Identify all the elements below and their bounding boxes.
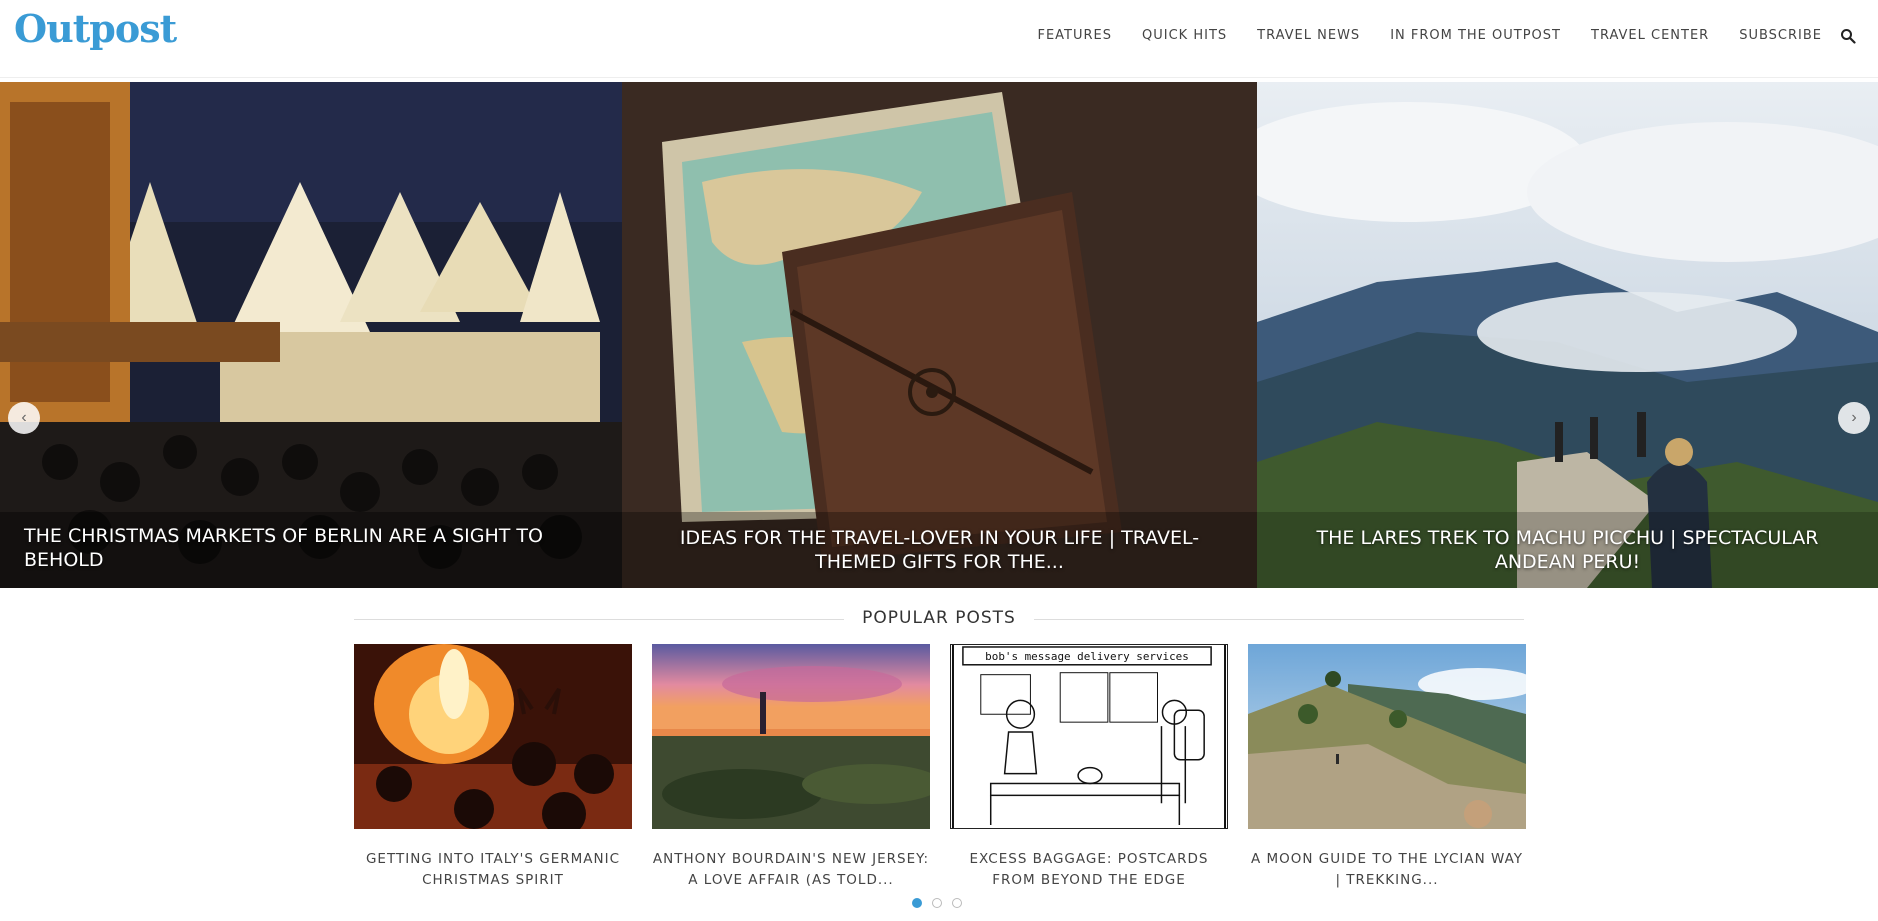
popular-post[interactable]: GETTING INTO ITALY'S GERMANIC CHRISTMAS … (354, 644, 632, 891)
post-title[interactable]: GETTING INTO ITALY'S GERMANIC CHRISTMAS … (354, 849, 632, 891)
post-thumbnail[interactable] (354, 644, 632, 829)
cartoon-heading: bob's message delivery services (985, 650, 1189, 663)
post-title[interactable]: EXCESS BAGGAGE: POSTCARDS FROM BEYOND TH… (950, 849, 1228, 891)
post-title[interactable]: A MOON GUIDE TO THE LYCIAN WAY | TREKKIN… (1248, 849, 1526, 891)
pagination-dot[interactable] (912, 898, 922, 908)
nav-subscribe[interactable]: SUBSCRIBE (1739, 28, 1822, 43)
chevron-right-icon: › (1851, 409, 1857, 426)
nav-features[interactable]: FEATURES (1037, 28, 1112, 43)
slide-image (622, 82, 1257, 588)
search-icon[interactable] (1840, 28, 1856, 44)
popular-post[interactable]: bob's message delivery services EXCESS B… (950, 644, 1228, 891)
krampus-fire-image (354, 644, 632, 829)
popular-post[interactable]: ANTHONY BOURDAIN'S NEW JERSEY: A LOVE AF… (652, 644, 930, 891)
slide-image (0, 82, 622, 588)
popular-posts-section: POPULAR POSTS GETTING INTO ITALY'S GERMA… (354, 606, 1526, 888)
section-title: POPULAR POSTS (862, 608, 1016, 628)
slider-next-button[interactable]: › (1838, 402, 1870, 434)
chevron-left-icon: ‹ (21, 409, 27, 426)
slide-caption[interactable]: IDEAS FOR THE TRAVEL-LOVER IN YOUR LIFE … (642, 526, 1237, 574)
main-nav: FEATURES QUICK HITS TRAVEL NEWS IN FROM … (1037, 28, 1822, 43)
slide-caption[interactable]: THE CHRISTMAS MARKETS OF BERLIN ARE A SI… (24, 524, 602, 572)
slider-prev-button[interactable]: ‹ (8, 402, 40, 434)
slide-image (1257, 82, 1878, 588)
slide-caption[interactable]: THE LARES TREK TO MACHU PICCHU | SPECTAC… (1277, 526, 1858, 574)
popular-post[interactable]: A MOON GUIDE TO THE LYCIAN WAY | TREKKIN… (1248, 644, 1526, 891)
lycian-way-image (1248, 644, 1526, 829)
slide-travel-gifts[interactable]: IDEAS FOR THE TRAVEL-LOVER IN YOUR LIFE … (622, 82, 1257, 588)
popular-posts-header: POPULAR POSTS (354, 606, 1524, 632)
slide-lares-trek[interactable]: THE LARES TREK TO MACHU PICCHU | SPECTAC… (1257, 82, 1878, 588)
site-header: Outpost FEATURES QUICK HITS TRAVEL NEWS … (0, 0, 1878, 78)
post-thumbnail[interactable]: bob's message delivery services (950, 644, 1228, 829)
cartoon-image: bob's message delivery services (951, 645, 1227, 828)
nav-quick-hits[interactable]: QUICK HITS (1142, 28, 1227, 43)
post-thumbnail[interactable] (652, 644, 930, 829)
nav-travel-news[interactable]: TRAVEL NEWS (1257, 28, 1360, 43)
nav-in-from-the-outpost[interactable]: IN FROM THE OUTPOST (1390, 28, 1561, 43)
carousel-pagination (912, 898, 962, 908)
pagination-dot[interactable] (952, 898, 962, 908)
slide-berlin-markets[interactable]: THE CHRISTMAS MARKETS OF BERLIN ARE A SI… (0, 82, 622, 588)
popular-posts-carousel: GETTING INTO ITALY'S GERMANIC CHRISTMAS … (354, 644, 1526, 891)
lighthouse-sunset-image (652, 644, 930, 829)
post-thumbnail[interactable] (1248, 644, 1526, 829)
pagination-dot[interactable] (932, 898, 942, 908)
nav-travel-center[interactable]: TRAVEL CENTER (1591, 28, 1709, 43)
site-logo[interactable]: Outpost (14, 6, 177, 51)
featured-slider: THE CHRISTMAS MARKETS OF BERLIN ARE A SI… (0, 82, 1878, 588)
divider (1034, 619, 1524, 620)
post-title[interactable]: ANTHONY BOURDAIN'S NEW JERSEY: A LOVE AF… (652, 849, 930, 891)
